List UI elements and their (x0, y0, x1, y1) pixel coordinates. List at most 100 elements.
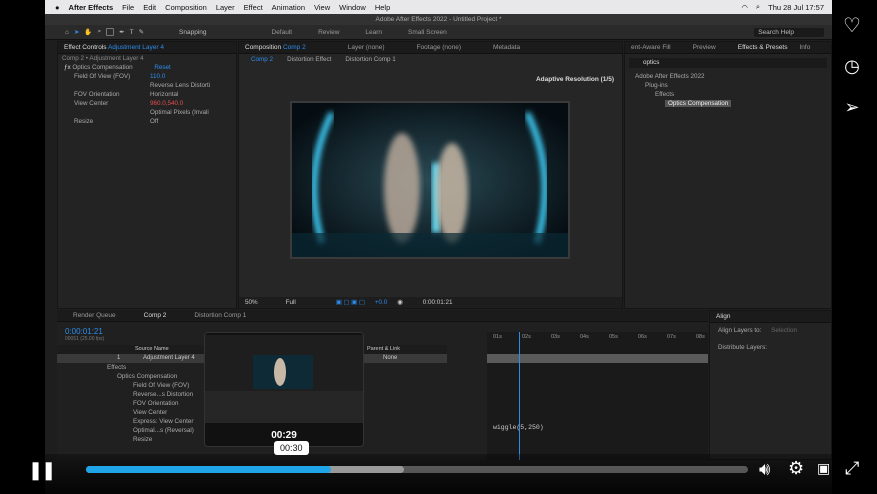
fullscreen-icon[interactable]: ⤢ (845, 458, 859, 479)
workspace-learn[interactable]: Learn (365, 29, 382, 36)
playhead[interactable] (519, 332, 520, 460)
tab-effect-controls[interactable]: Effect Controls Adjustment Layer 4 (64, 44, 164, 51)
menu-help[interactable]: Help (375, 3, 390, 12)
apple-icon[interactable]: ● (55, 3, 60, 12)
effect-prop-value[interactable]: 960.0,540.0 (150, 99, 183, 108)
pen-tool-icon[interactable]: ✒ (119, 28, 124, 36)
tab-render-queue[interactable]: Render Queue (73, 312, 116, 319)
tab-info[interactable]: Info (799, 44, 810, 51)
zoom-tool-icon[interactable]: ⌕ (97, 28, 101, 36)
effect-prop-value[interactable]: Reverse Lens Distorti (150, 81, 210, 90)
effects-search-input[interactable]: optics (629, 58, 827, 68)
composition-viewer[interactable] (290, 101, 570, 259)
brush-tool-icon[interactable]: ✎ (139, 28, 144, 36)
tab-distortion-comp1[interactable]: Distortion Comp 1 (194, 312, 246, 319)
app-menu[interactable]: After Effects (69, 3, 114, 12)
effect-header[interactable]: ƒx Optics Compensation Reset (58, 63, 236, 72)
workspace-default[interactable]: Default (272, 29, 293, 36)
effect-prop-value[interactable]: Off (150, 117, 158, 126)
effect-prop-value[interactable]: Horizontal (150, 90, 178, 99)
rectangle-tool-icon[interactable] (106, 28, 115, 36)
camera-icon[interactable]: ◉ (397, 299, 403, 306)
parent-dropdown[interactable]: None (383, 354, 397, 363)
menu-edit[interactable]: Edit (143, 3, 156, 12)
reset-link[interactable]: Reset (154, 64, 170, 71)
comp-crumb-distortion-comp1[interactable]: Distortion Comp 1 (345, 54, 395, 65)
workspace-small-screen[interactable]: Small Screen (408, 29, 447, 36)
search-help-field[interactable]: Search Help (754, 27, 824, 37)
played-bar (86, 466, 331, 473)
player-controls-bg (0, 454, 877, 494)
menu-file[interactable]: File (122, 3, 134, 12)
pip-icon[interactable]: ▣ (817, 460, 830, 477)
send-icon[interactable]: ➢ (839, 94, 865, 120)
menu-view[interactable]: View (314, 3, 330, 12)
settings-icon[interactable]: ⚙ (788, 458, 804, 479)
menu-composition[interactable]: Composition (165, 3, 207, 12)
ruler-tick: 07s (667, 334, 676, 340)
tree-effects[interactable]: Effects (625, 90, 831, 99)
snapping-label[interactable]: Snapping (179, 29, 206, 36)
pause-icon[interactable]: ❚❚ (28, 460, 56, 481)
heart-icon[interactable]: ♡ (839, 12, 865, 38)
selection-tool-icon[interactable]: ➤ (74, 28, 79, 36)
hand-tool-icon[interactable]: ✋ (84, 28, 92, 36)
effects-presets-panel: ent-Aware Fill Preview Effects & Presets… (624, 41, 832, 309)
effect-prop-value[interactable]: Optimal Pixels (Invali (150, 108, 209, 117)
tree-optics-compensation[interactable]: Optics Compensation (665, 100, 732, 107)
tree-plugins[interactable]: Plug-ins (625, 81, 831, 90)
type-tool-icon[interactable]: T (130, 29, 134, 36)
effect-prop-name: Resize (74, 118, 94, 125)
effect-prop-row[interactable]: Resize Off (58, 117, 236, 126)
current-time[interactable]: 0:00:01:21 (423, 299, 453, 306)
menu-layer[interactable]: Layer (216, 3, 235, 12)
wifi-icon[interactable]: ◠ (741, 3, 748, 12)
tree-ae[interactable]: Adobe After Effects 2022 (625, 72, 831, 81)
effect-prop-row[interactable]: Reverse Lens Distorti (58, 81, 236, 90)
side-actions: ♡ ◷ ➢ (839, 12, 869, 135)
zoom-dropdown[interactable]: 50% (245, 299, 258, 306)
tab-composition[interactable]: Composition Comp 2 (245, 44, 306, 51)
menu-animation[interactable]: Animation (272, 3, 305, 12)
comp-crumb-comp2[interactable]: Comp 2 (251, 54, 273, 65)
volume-icon[interactable]: 🔊︎ (759, 459, 770, 480)
quality-dropdown[interactable]: Full (286, 299, 296, 306)
effect-prop-value[interactable]: 110.0 (150, 72, 165, 81)
align-selection[interactable]: Selection (771, 327, 797, 334)
tab-footage[interactable]: Footage (none) (417, 44, 461, 51)
menu-window[interactable]: Window (339, 3, 366, 12)
clock-icon[interactable]: ◷ (839, 53, 865, 79)
comp-crumb-distortion[interactable]: Distortion Effect (287, 54, 331, 65)
exposure-value[interactable]: +0.0 (375, 299, 387, 306)
ruler-tick: 04s (580, 334, 589, 340)
layer-bar[interactable] (487, 354, 708, 363)
tab-comp2[interactable]: Comp 2 (144, 312, 167, 319)
menu-effect[interactable]: Effect (244, 3, 263, 12)
ruler-tick: 08s (696, 334, 705, 340)
effect-prop-row[interactable]: View Center 960.0,540.0 (58, 99, 236, 108)
align-title[interactable]: Align (716, 313, 730, 320)
effect-prop-row[interactable]: Optimal Pixels (Invali (58, 108, 236, 117)
screen-recording-frame: ● After Effects File Edit Composition La… (45, 0, 832, 494)
layer-name[interactable]: Adjustment Layer 4 (143, 354, 195, 363)
tab-preview[interactable]: Preview (693, 44, 716, 51)
timeline-panel: Render Queue Comp 2 Distortion Comp 1 0:… (57, 310, 734, 460)
timeline-timecode[interactable]: 0:00:01:21 (65, 327, 103, 336)
workspace-review[interactable]: Review (318, 29, 339, 36)
distribute-layers: Distribute Layers: (718, 344, 767, 351)
tab-metadata[interactable]: Metadata (493, 44, 520, 51)
home-icon[interactable]: ⌂ (65, 29, 69, 36)
tab-layer[interactable]: Layer (none) (348, 44, 385, 51)
effect-prop-row[interactable]: Field Of View (FOV) 110.0 (58, 72, 236, 81)
timeline-graph[interactable]: 01s02s03s04s05s06s07s08s09s wiggle(5,250… (487, 332, 734, 460)
ruler-tick: 02s (522, 334, 531, 340)
tab-content-aware-fill[interactable]: ent-Aware Fill (631, 44, 671, 51)
tab-effects-presets[interactable]: Effects & Presets (738, 44, 788, 51)
expression-text[interactable]: wiggle(5,250) (493, 424, 544, 431)
progress-bar[interactable] (86, 466, 748, 473)
ruler-tick: 06s (638, 334, 647, 340)
search-icon[interactable]: ⌕ (756, 2, 760, 12)
region-icon[interactable]: ▣ ▢ ▣ ▢ (336, 299, 365, 306)
effect-prop-row[interactable]: FOV Orientation Horizontal (58, 90, 236, 99)
menu-clock[interactable]: Thu 28 Jul 17:57 (768, 3, 824, 12)
